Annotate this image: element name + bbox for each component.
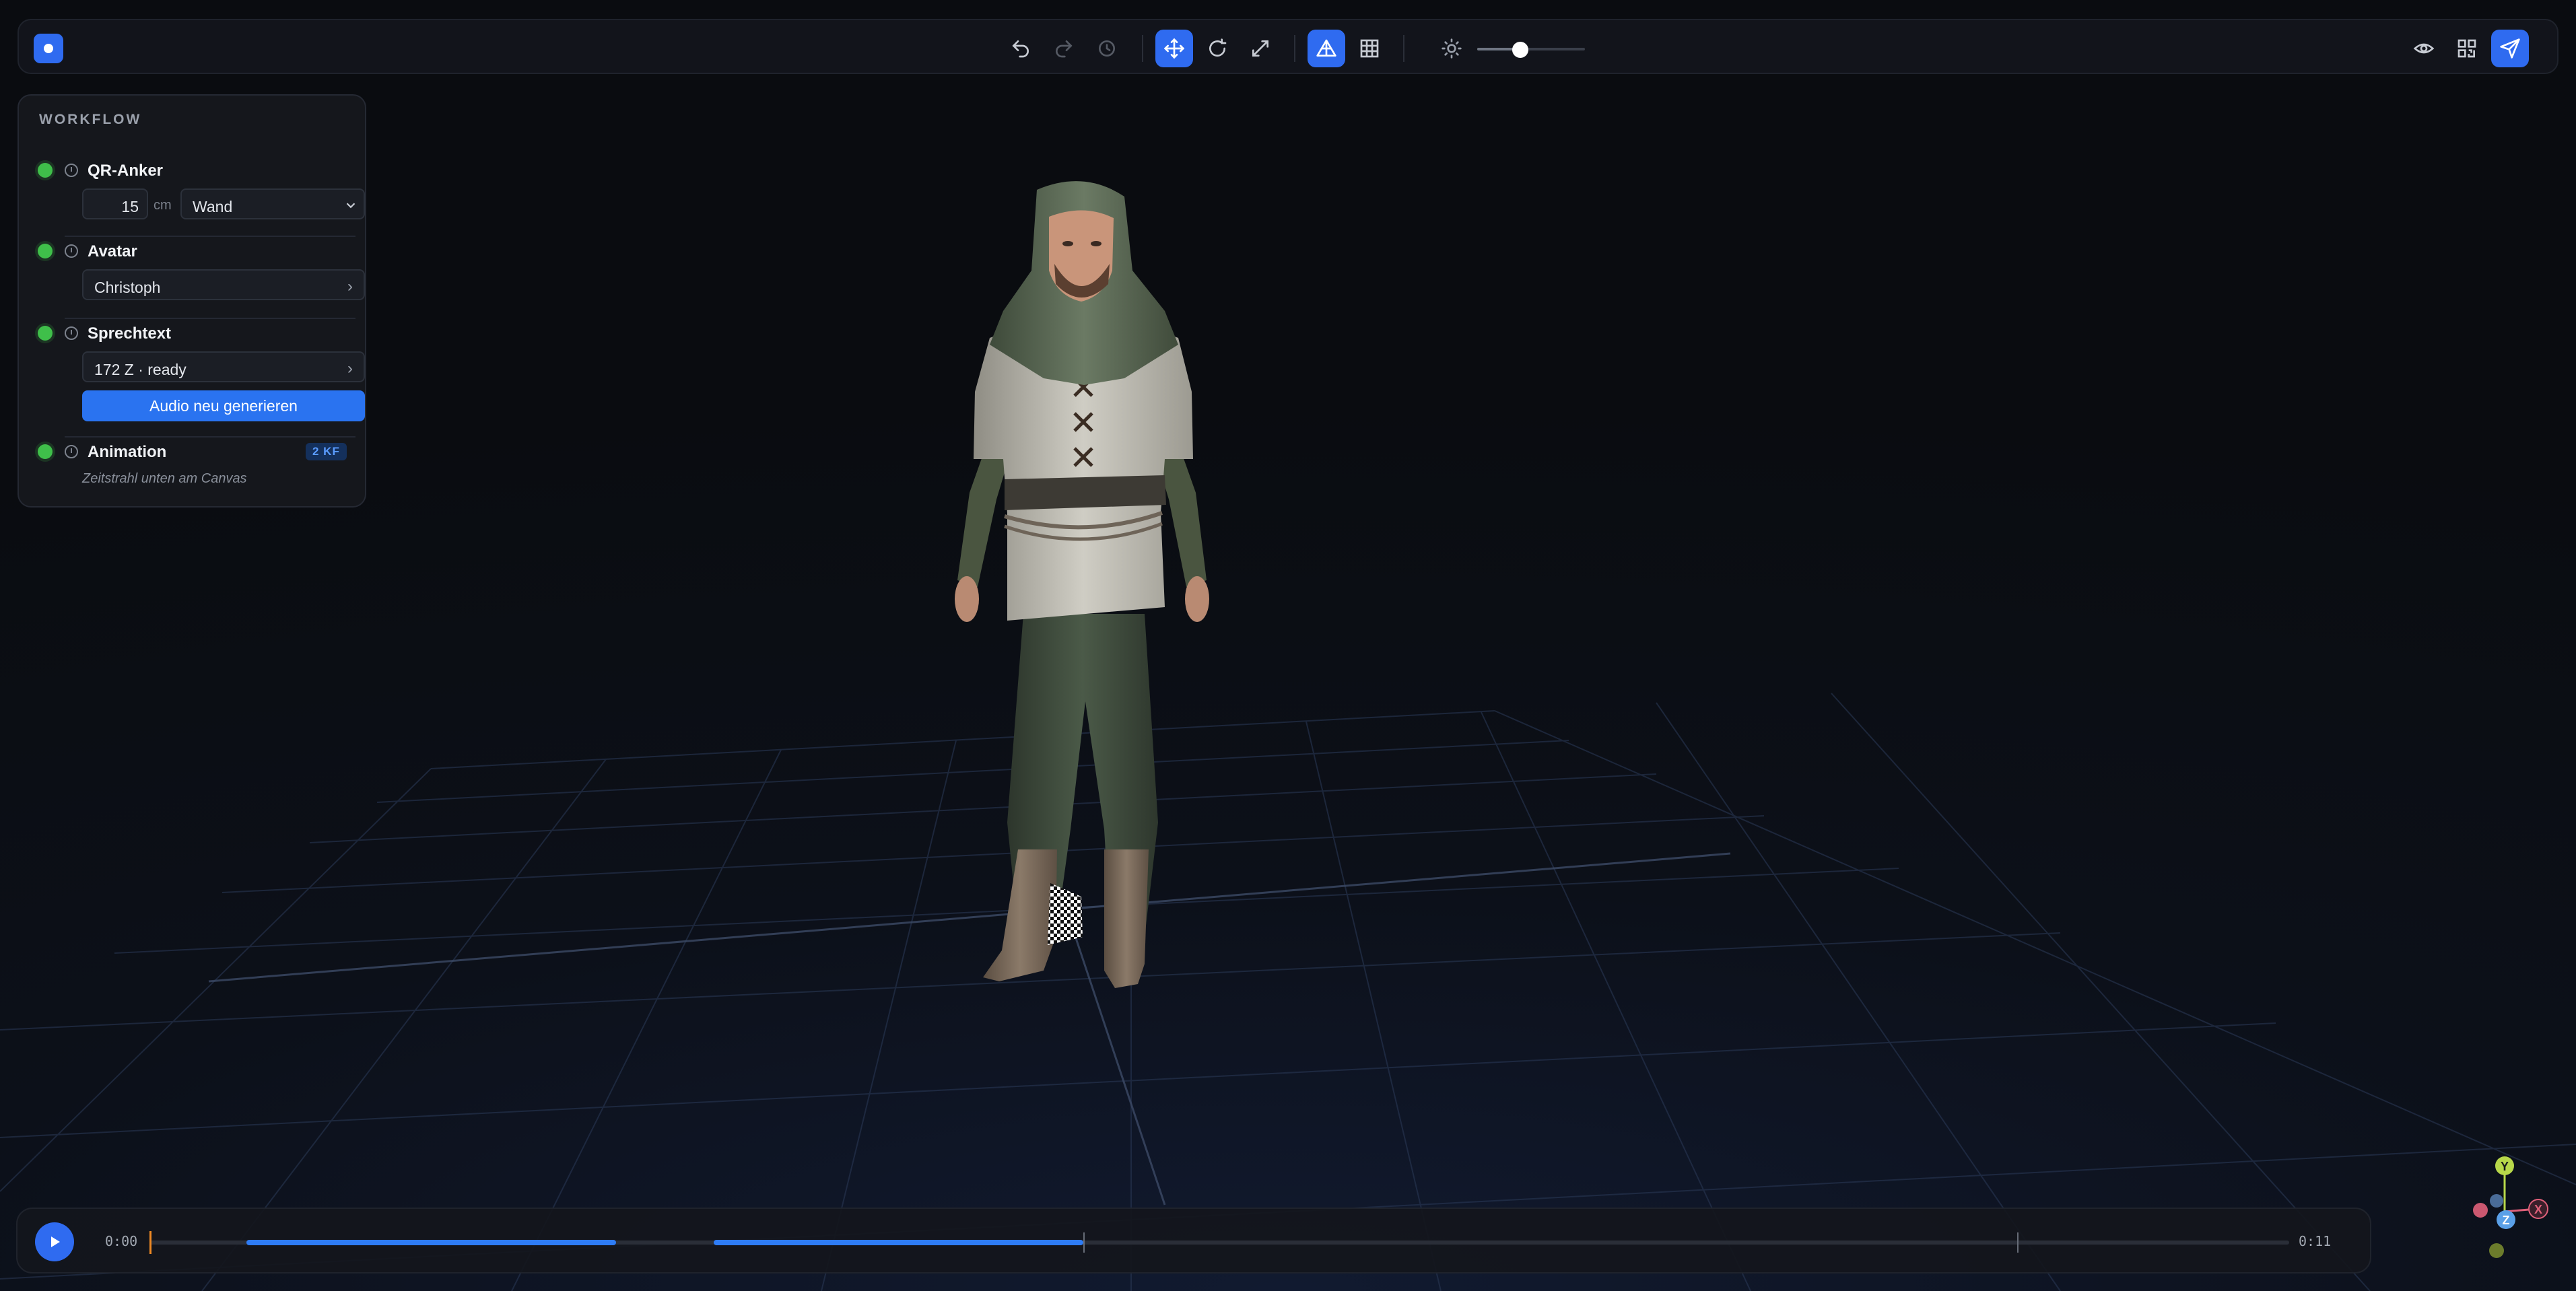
reset-history-icon[interactable] xyxy=(1088,30,1126,67)
svg-text:Y: Y xyxy=(2501,1160,2509,1173)
status-dot xyxy=(38,326,53,341)
chevron-right-icon: › xyxy=(347,277,353,295)
brightness-slider-thumb[interactable] xyxy=(1512,42,1528,58)
status-dot xyxy=(38,244,53,258)
timeline-bar: 0:00 0:11 xyxy=(16,1208,2371,1273)
step-label: QR-Anker xyxy=(88,162,164,180)
move-icon[interactable] xyxy=(1155,30,1193,67)
qr-size-unit: cm xyxy=(154,198,172,213)
animation-hint: Zeitstrahl unten am Canvas xyxy=(82,471,247,486)
time-end: 0:11 xyxy=(2299,1233,2332,1249)
qr-size-input[interactable]: 15 xyxy=(82,188,148,219)
regenerate-audio-button[interactable]: Audio neu generieren xyxy=(82,390,365,421)
speech-segment[interactable] xyxy=(713,1240,1083,1245)
axis-neg-y-handle xyxy=(2489,1243,2504,1258)
chevron-right-icon: › xyxy=(347,359,353,378)
play-button[interactable] xyxy=(35,1222,74,1261)
rotate-icon[interactable] xyxy=(1198,30,1236,67)
speech-text-select[interactable]: 172 Z · ready › xyxy=(82,351,365,382)
avatar-select[interactable]: Christoph › xyxy=(82,269,365,300)
axis-neg-x-handle xyxy=(2473,1203,2488,1218)
step-label: Avatar xyxy=(88,242,137,260)
time-start: 0:00 xyxy=(105,1233,138,1249)
grid-icon[interactable] xyxy=(1351,30,1388,67)
speech-segment[interactable] xyxy=(246,1240,617,1245)
step-label: Animation xyxy=(88,443,167,461)
top-toolbar xyxy=(18,19,2558,74)
avatar-3d-model[interactable] xyxy=(943,176,1225,1004)
playhead[interactable] xyxy=(149,1231,151,1254)
send-icon[interactable] xyxy=(2491,30,2529,67)
keyframe-count-badge: 2 KF xyxy=(306,443,347,460)
status-dot xyxy=(38,444,53,459)
status-dot xyxy=(38,163,53,178)
qr-code-icon[interactable] xyxy=(2448,30,2486,67)
app-logo-icon[interactable] xyxy=(34,34,63,63)
info-icon xyxy=(65,326,78,340)
play-icon xyxy=(51,1236,60,1247)
workflow-panel: WORKFLOW QR-Anker 15 cm Wand Avatar Chri… xyxy=(18,94,366,508)
keyframe-marker[interactable] xyxy=(1083,1232,1085,1253)
undo-icon[interactable] xyxy=(1002,30,1040,67)
redo-icon[interactable] xyxy=(1045,30,1083,67)
workflow-title: WORKFLOW xyxy=(39,112,142,127)
eye-icon[interactable] xyxy=(2405,30,2443,67)
timeline-track[interactable] xyxy=(149,1231,2289,1254)
qr-anchor-marker xyxy=(1048,883,1083,945)
sun-icon xyxy=(1433,30,1470,67)
qr-surface-select[interactable]: Wand xyxy=(180,188,365,219)
triangle-mesh-icon[interactable] xyxy=(1308,30,1345,67)
axis-gizmo[interactable]: Y X Z xyxy=(2437,1150,2558,1271)
keyframe-marker[interactable] xyxy=(2016,1232,2019,1253)
app-root: WORKFLOW QR-Anker 15 cm Wand Avatar Chri… xyxy=(0,0,2576,1291)
axis-neg-z-handle xyxy=(2490,1194,2503,1208)
info-icon xyxy=(65,164,78,177)
brightness-slider[interactable] xyxy=(1477,48,1585,50)
info-icon xyxy=(65,445,78,458)
scale-icon[interactable] xyxy=(1242,30,1279,67)
info-icon xyxy=(65,244,78,258)
chevron-down-icon xyxy=(346,203,355,209)
svg-text:Z: Z xyxy=(2503,1214,2510,1227)
ground-grid xyxy=(0,693,2576,1291)
step-label: Sprechtext xyxy=(88,324,172,343)
svg-text:X: X xyxy=(2534,1203,2542,1216)
